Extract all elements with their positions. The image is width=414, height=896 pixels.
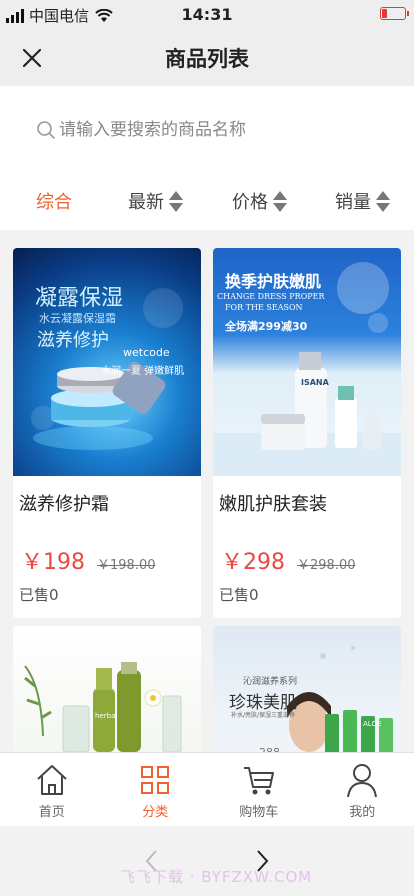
battery-icon [380, 7, 409, 20]
image-headline: 换季护肤嫩肌 [225, 272, 322, 291]
page-title: 商品列表 [165, 47, 249, 71]
image-promo: 全场满299减30 [225, 320, 308, 333]
tab-home[interactable]: 首页 [0, 753, 104, 826]
sort-bar: 综合 最新 价格 销量 [0, 172, 414, 230]
image-tagline: 水润一夏 弹嫩鲜肌 [101, 366, 185, 377]
image-brand: wetcode [123, 346, 170, 359]
tab-label: 分类 [142, 805, 169, 820]
product-card[interactable]: 凝露保湿 水云凝露保湿霜 滋养修护 wetcode 水润一夏 弹嫩鲜肌 滋养修护… [13, 248, 201, 618]
product-price: ￥198 [21, 550, 85, 575]
sort-tab-comprehensive[interactable]: 综合 [36, 188, 72, 214]
tab-bar: 首页 分类 购物车 我的 [0, 752, 414, 826]
tab-cart[interactable]: 购物车 [207, 753, 311, 826]
image-series: 沁润滋养系列 [243, 677, 298, 687]
search-input[interactable] [59, 120, 359, 140]
price-row: ￥198 ￥198.00 [13, 544, 201, 576]
product-sold: 已售0 [219, 586, 259, 604]
product-sold: 已售0 [19, 586, 59, 604]
status-bar: 中国电信 14:31 [0, 0, 414, 30]
product-image[interactable]: 换季护肤嫩肌 CHANGE DRESS PROPER FOR THE SEASO… [213, 248, 401, 476]
product-price: ￥298 [221, 550, 285, 575]
sort-tab-label: 综合 [36, 192, 72, 213]
image-headline: 凝露保湿 [35, 286, 124, 311]
search-box[interactable] [36, 114, 376, 146]
tab-label: 我的 [349, 805, 376, 820]
sort-tab-label: 销量 [335, 192, 371, 213]
search-area [0, 86, 414, 172]
tab-label: 购物车 [239, 805, 279, 820]
close-icon[interactable] [16, 42, 48, 74]
product-grid: 凝露保湿 水云凝露保湿霜 滋养修护 wetcode 水润一夏 弹嫩鲜肌 滋养修护… [0, 236, 414, 752]
sort-arrows-icon [273, 190, 287, 212]
sort-tab-label: 价格 [232, 192, 268, 213]
nav-bar: 商品列表 [0, 30, 414, 86]
search-icon [37, 121, 55, 139]
image-sub2: 滋养修护 [37, 330, 109, 351]
sort-tab-sales[interactable]: 销量 [335, 188, 390, 214]
image-sub1: 水云凝露保湿霜 [39, 312, 116, 325]
category-icon [141, 766, 170, 794]
sort-arrows-icon [376, 190, 390, 212]
product-image-art [24, 662, 182, 752]
image-en1: CHANGE DRESS PROPER [217, 292, 325, 301]
home-icon [37, 765, 67, 795]
price-row: ￥298 ￥298.00 [213, 544, 401, 576]
image-brand: ISANA [301, 378, 329, 387]
image-sub: 补水/亮肤/保湿三重滋养 [231, 712, 296, 719]
cart-icon [243, 767, 274, 795]
product-card[interactable]: herbal [13, 626, 201, 752]
sort-arrows-icon [169, 190, 183, 212]
tab-category[interactable]: 分类 [104, 753, 208, 826]
status-time: 14:31 [181, 5, 233, 24]
sort-tab-price[interactable]: 价格 [232, 188, 287, 214]
product-card[interactable]: 沁润滋养系列 珍珠美肌 补水/亮肤/保湿三重滋养 288 ALOE [213, 626, 401, 752]
product-card[interactable]: 换季护肤嫩肌 CHANGE DRESS PROPER FOR THE SEASO… [213, 248, 401, 618]
product-name: 滋养修护霜 [19, 494, 109, 515]
product-old-price: ￥198.00 [97, 558, 156, 573]
product-old-price: ￥298.00 [297, 558, 356, 573]
browser-toolbar: 飞飞下载 · BYFZXW.COM [0, 826, 414, 896]
product-image[interactable]: 凝露保湿 水云凝露保湿霜 滋养修护 wetcode 水润一夏 弹嫩鲜肌 [13, 248, 201, 476]
watermark: 飞飞下载 · BYFZXW.COM [120, 868, 313, 886]
image-brand: herbal [95, 712, 118, 720]
product-image[interactable]: herbal [13, 626, 201, 752]
sort-tab-newest[interactable]: 最新 [128, 188, 183, 214]
product-name: 嫩肌护肤套装 [219, 494, 327, 515]
user-icon [347, 764, 378, 798]
product-image[interactable]: 沁润滋养系列 珍珠美肌 补水/亮肤/保湿三重滋养 288 ALOE [213, 626, 401, 752]
sort-tab-label: 最新 [128, 192, 164, 213]
tab-label: 首页 [38, 805, 65, 820]
tab-profile[interactable]: 我的 [311, 753, 414, 826]
image-en2: FOR THE SEASON [225, 303, 303, 312]
image-brand: ALOE [363, 720, 382, 728]
